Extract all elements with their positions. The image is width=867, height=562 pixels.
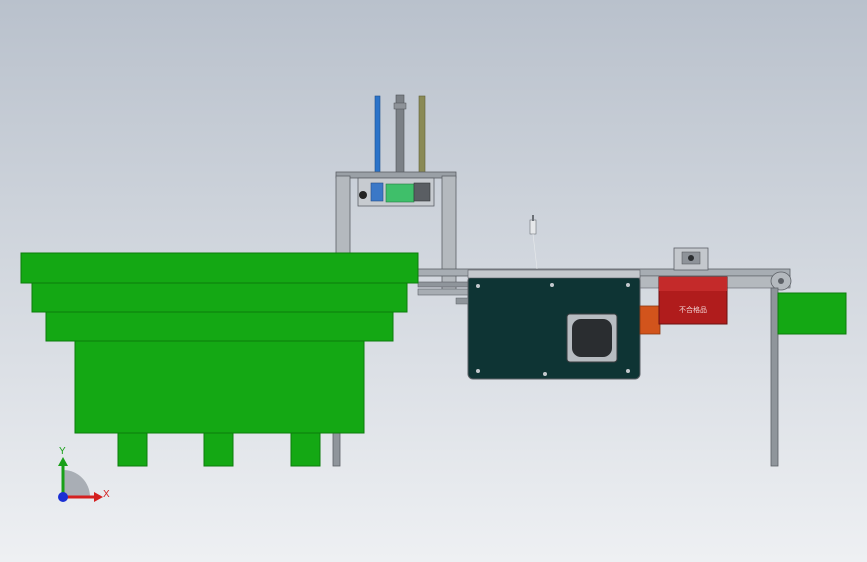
- drive-box-top-band: [467, 269, 641, 279]
- valve-dark-part: [413, 182, 431, 202]
- triad-z-axis: [58, 492, 68, 502]
- drive-bolt-2: [550, 283, 554, 287]
- motor-face: [572, 319, 612, 357]
- triad-y-label: Y: [59, 446, 66, 457]
- fixture-top-bar[interactable]: [335, 171, 457, 179]
- feeder-base[interactable]: [74, 340, 365, 434]
- drive-bolt-6: [626, 369, 630, 373]
- feeder-tier-3[interactable]: [45, 311, 394, 342]
- valve-fitting: [359, 191, 367, 199]
- spray-nozzle-tip: [532, 215, 534, 221]
- cylinder-rod-blue[interactable]: [374, 95, 381, 175]
- drive-bolt-5: [543, 372, 547, 376]
- conveyor-pulley-hub: [778, 278, 784, 284]
- drive-bolt-4: [476, 369, 480, 373]
- drive-unit[interactable]: [455, 269, 661, 380]
- drive-bolt-3: [626, 283, 630, 287]
- valve-blue-module[interactable]: [370, 182, 384, 202]
- triad-x-label: X: [103, 489, 110, 500]
- cylinder-rod-olive[interactable]: [418, 95, 426, 175]
- feeder-foot-3[interactable]: [290, 432, 321, 467]
- reject-panel-top: [659, 277, 727, 291]
- reject-panel-label: 不合格品: [679, 305, 707, 314]
- valve-green-module[interactable]: [385, 183, 415, 203]
- reject-box[interactable]: 不合格品: [658, 276, 728, 325]
- feeder-foot-2[interactable]: [203, 432, 234, 467]
- fixture-left-leg[interactable]: [335, 175, 351, 255]
- feeder-tier-top[interactable]: [20, 252, 419, 284]
- drive-side-part: [455, 297, 469, 305]
- cylinder-rod-gray-cap: [393, 102, 407, 110]
- orange-coupling[interactable]: [639, 305, 661, 335]
- feeder-tier-2[interactable]: [31, 282, 408, 313]
- feeder-support-leg[interactable]: [332, 431, 341, 467]
- spray-nozzle[interactable]: [529, 219, 537, 235]
- feeder-foot-1[interactable]: [117, 432, 148, 467]
- conveyor-support-leg[interactable]: [770, 287, 779, 467]
- cad-viewport[interactable]: 不合格品 Y X: [0, 0, 867, 562]
- drive-bolt-1: [476, 284, 480, 288]
- output-green-block[interactable]: [777, 292, 847, 335]
- sensor-lens: [688, 255, 694, 261]
